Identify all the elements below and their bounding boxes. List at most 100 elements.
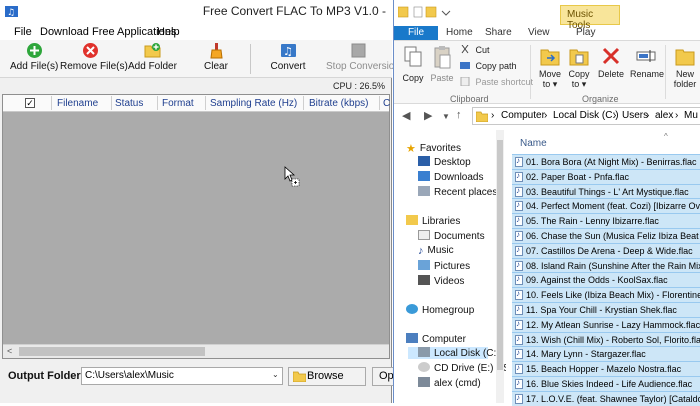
file-list-item[interactable]: 13. Wish (Chill Mix) - Roberto Sol, Flor… — [512, 331, 700, 347]
nav-favorites[interactable]: ★ Favorites — [406, 142, 461, 155]
output-folder-input[interactable]: C:\Users\alex\Music — [81, 367, 283, 385]
select-all-checkbox[interactable]: ✓ — [25, 98, 35, 108]
column-sampling-rate[interactable]: Sampling Rate (Hz) — [210, 98, 297, 109]
copy-button[interactable]: Copy — [400, 45, 426, 83]
paste-button[interactable]: Paste — [430, 45, 454, 83]
nav-local-disk[interactable]: Local Disk (C:) — [408, 347, 500, 359]
up-icon[interactable]: ↑ — [456, 109, 462, 121]
breadcrumb-alex[interactable]: alex — [655, 110, 673, 121]
nav-music[interactable]: ♪ Music — [418, 245, 454, 257]
file-list-item[interactable]: 12. My Atlean Sunrise - Lazy Hammock.fla… — [512, 316, 700, 332]
file-list-item[interactable]: 04. Perfect Moment (feat. Cozi) [Ibizarr… — [512, 198, 700, 214]
flac-file-icon — [515, 393, 523, 404]
back-icon[interactable]: ◀ — [402, 109, 410, 122]
menu-help[interactable]: Help — [157, 26, 180, 38]
tab-file[interactable]: File — [394, 26, 438, 40]
copy-icon — [404, 46, 422, 67]
paste-shortcut-button[interactable]: Paste shortcut — [460, 77, 533, 87]
file-list-item[interactable]: 15. Beach Hopper - Mazelo Nostra.flac — [512, 361, 700, 376]
quick-access-toolbar-icon[interactable] — [398, 5, 458, 19]
cut-label: Cut — [475, 45, 490, 55]
file-list-item[interactable]: 17. L.O.V.E. (feat. Shawnee Taylor) [Cat… — [512, 390, 700, 406]
delete-button[interactable]: Delete — [597, 45, 625, 79]
tab-view[interactable]: View — [528, 26, 550, 40]
file-list-item[interactable]: 10. Feels Like (Ibiza Beach Mix) - Flore… — [512, 287, 700, 302]
new-folder-button[interactable]: New folder — [672, 45, 698, 89]
nav-documents-label: Documents — [434, 231, 485, 242]
nav-videos[interactable]: Videos — [418, 275, 464, 287]
nav-computer[interactable]: Computer — [406, 333, 466, 345]
toolbar: Add File(s) Remove File(s) Add Folder Cl… — [0, 40, 400, 78]
nav-recent-places[interactable]: Recent places — [418, 186, 497, 198]
tab-play[interactable]: Play — [576, 26, 595, 40]
navigation-scrollbar[interactable] — [496, 130, 504, 403]
nav-desktop[interactable]: Desktop — [418, 156, 471, 168]
file-list-item[interactable]: 16. Blue Skies Indeed - Life Audience.fl… — [512, 375, 700, 391]
file-grid[interactable]: ✓ Filename Status Format Sampling Rate (… — [2, 94, 390, 359]
column-format[interactable]: Format — [162, 98, 194, 109]
tab-share[interactable]: Share — [485, 26, 512, 40]
nav-alex-cmd[interactable]: alex (cmd) — [418, 377, 481, 389]
tab-home[interactable]: Home — [446, 26, 473, 40]
file-list-item[interactable]: 08. Island Rain (Sunshine After the Rain… — [512, 257, 700, 273]
column-filename[interactable]: Filename — [57, 98, 98, 109]
scroll-left-icon[interactable]: < — [7, 346, 12, 356]
chevron-down-icon[interactable]: ⌄ — [272, 370, 279, 379]
menu-file[interactable]: File — [14, 26, 32, 38]
file-list-item[interactable]: 14. Mary Lynn - Stargazer.flac — [512, 346, 700, 362]
cut-button[interactable]: Cut — [460, 45, 490, 55]
recent-locations-icon[interactable]: ▼ — [442, 112, 450, 121]
file-list-item[interactable]: 09. Against the Odds - KoolSax.flac — [512, 272, 700, 288]
add-files-button[interactable]: Add File(s) — [10, 42, 58, 76]
file-list-item[interactable]: 01. Bora Bora (At Night Mix) - Benirras.… — [512, 154, 700, 169]
horizontal-scrollbar[interactable]: < — [3, 344, 389, 358]
remove-files-button[interactable]: Remove File(s) — [60, 42, 128, 76]
open-label: Op — [379, 370, 394, 382]
nav-pictures-label: Pictures — [434, 261, 471, 272]
paste-shortcut-icon — [460, 77, 470, 86]
file-list-item[interactable]: 05. The Rain - Lenny Ibizarre.flac — [512, 213, 700, 228]
file-list-item[interactable]: 06. Chase the Sun (Musica Feliz Ibiza Be… — [512, 227, 700, 243]
breadcrumb-computer[interactable]: Computer — [501, 110, 545, 121]
flac-file-icon — [515, 200, 523, 212]
convert-button[interactable]: ♫ Convert — [268, 42, 308, 76]
nav-downloads[interactable]: Downloads — [418, 171, 483, 183]
tab-music-tools[interactable]: Music Tools — [560, 5, 620, 31]
breadcrumb-music[interactable]: Mu — [684, 110, 698, 121]
copy-to-button[interactable]: Copy to ▾ — [567, 45, 591, 90]
menu-download-free-applications[interactable]: Download Free Applications — [40, 26, 176, 38]
ribbon-separator — [530, 45, 531, 99]
nav-pictures[interactable]: Pictures — [418, 260, 470, 272]
flac-converter-window: ♫ Free Convert FLAC To MP3 V1.0 - File D… — [0, 0, 400, 403]
forward-icon[interactable]: ▶ — [424, 109, 432, 122]
browse-button[interactable]: Browse — [288, 367, 366, 386]
file-list-item[interactable]: 11. Spa Your Chill - Krystian Shek.flac — [512, 301, 700, 317]
file-list-item[interactable]: 03. Beautiful Things - L' Art Mystique.f… — [512, 183, 700, 199]
cd-drive-icon — [418, 362, 430, 372]
nav-homegroup[interactable]: Homegroup — [406, 304, 474, 316]
file-list-item[interactable]: 02. Paper Boat - Pnfa.flac — [512, 168, 700, 184]
breadcrumb-local-disk[interactable]: Local Disk (C:) — [553, 110, 619, 121]
copy-path-button[interactable]: Copy path — [460, 61, 517, 71]
file-list-item[interactable]: 07. Castillos De Arena - Deep & Wide.fla… — [512, 242, 700, 258]
scrollbar-thumb[interactable] — [497, 140, 503, 370]
add-folder-button[interactable]: Add Folder — [128, 42, 177, 76]
column-channels[interactable]: C — [383, 98, 390, 109]
breadcrumb-users[interactable]: Users — [622, 110, 648, 121]
stop-conversion-button[interactable]: Stop Conversion — [326, 42, 400, 76]
address-bar[interactable]: › Computer › Local Disk (C:) › Users › a… — [472, 107, 700, 125]
column-status[interactable]: Status — [115, 98, 143, 109]
move-to-button[interactable]: Move to ▾ — [538, 45, 562, 90]
nav-libraries[interactable]: Libraries — [406, 215, 460, 227]
add-folder-label: Add Folder — [128, 61, 177, 72]
clear-button[interactable]: Clear — [196, 42, 236, 76]
brush-icon — [209, 43, 223, 59]
column-bitrate[interactable]: Bitrate (kbps) — [309, 98, 368, 109]
nav-documents[interactable]: Documents — [418, 230, 485, 242]
column-name[interactable]: Name — [520, 138, 547, 149]
rename-button[interactable]: Rename — [630, 45, 664, 79]
rename-icon — [636, 50, 656, 62]
computer-icon — [406, 333, 418, 343]
scrollbar-thumb[interactable] — [19, 347, 205, 356]
organize-group-label: Organize — [582, 94, 619, 104]
